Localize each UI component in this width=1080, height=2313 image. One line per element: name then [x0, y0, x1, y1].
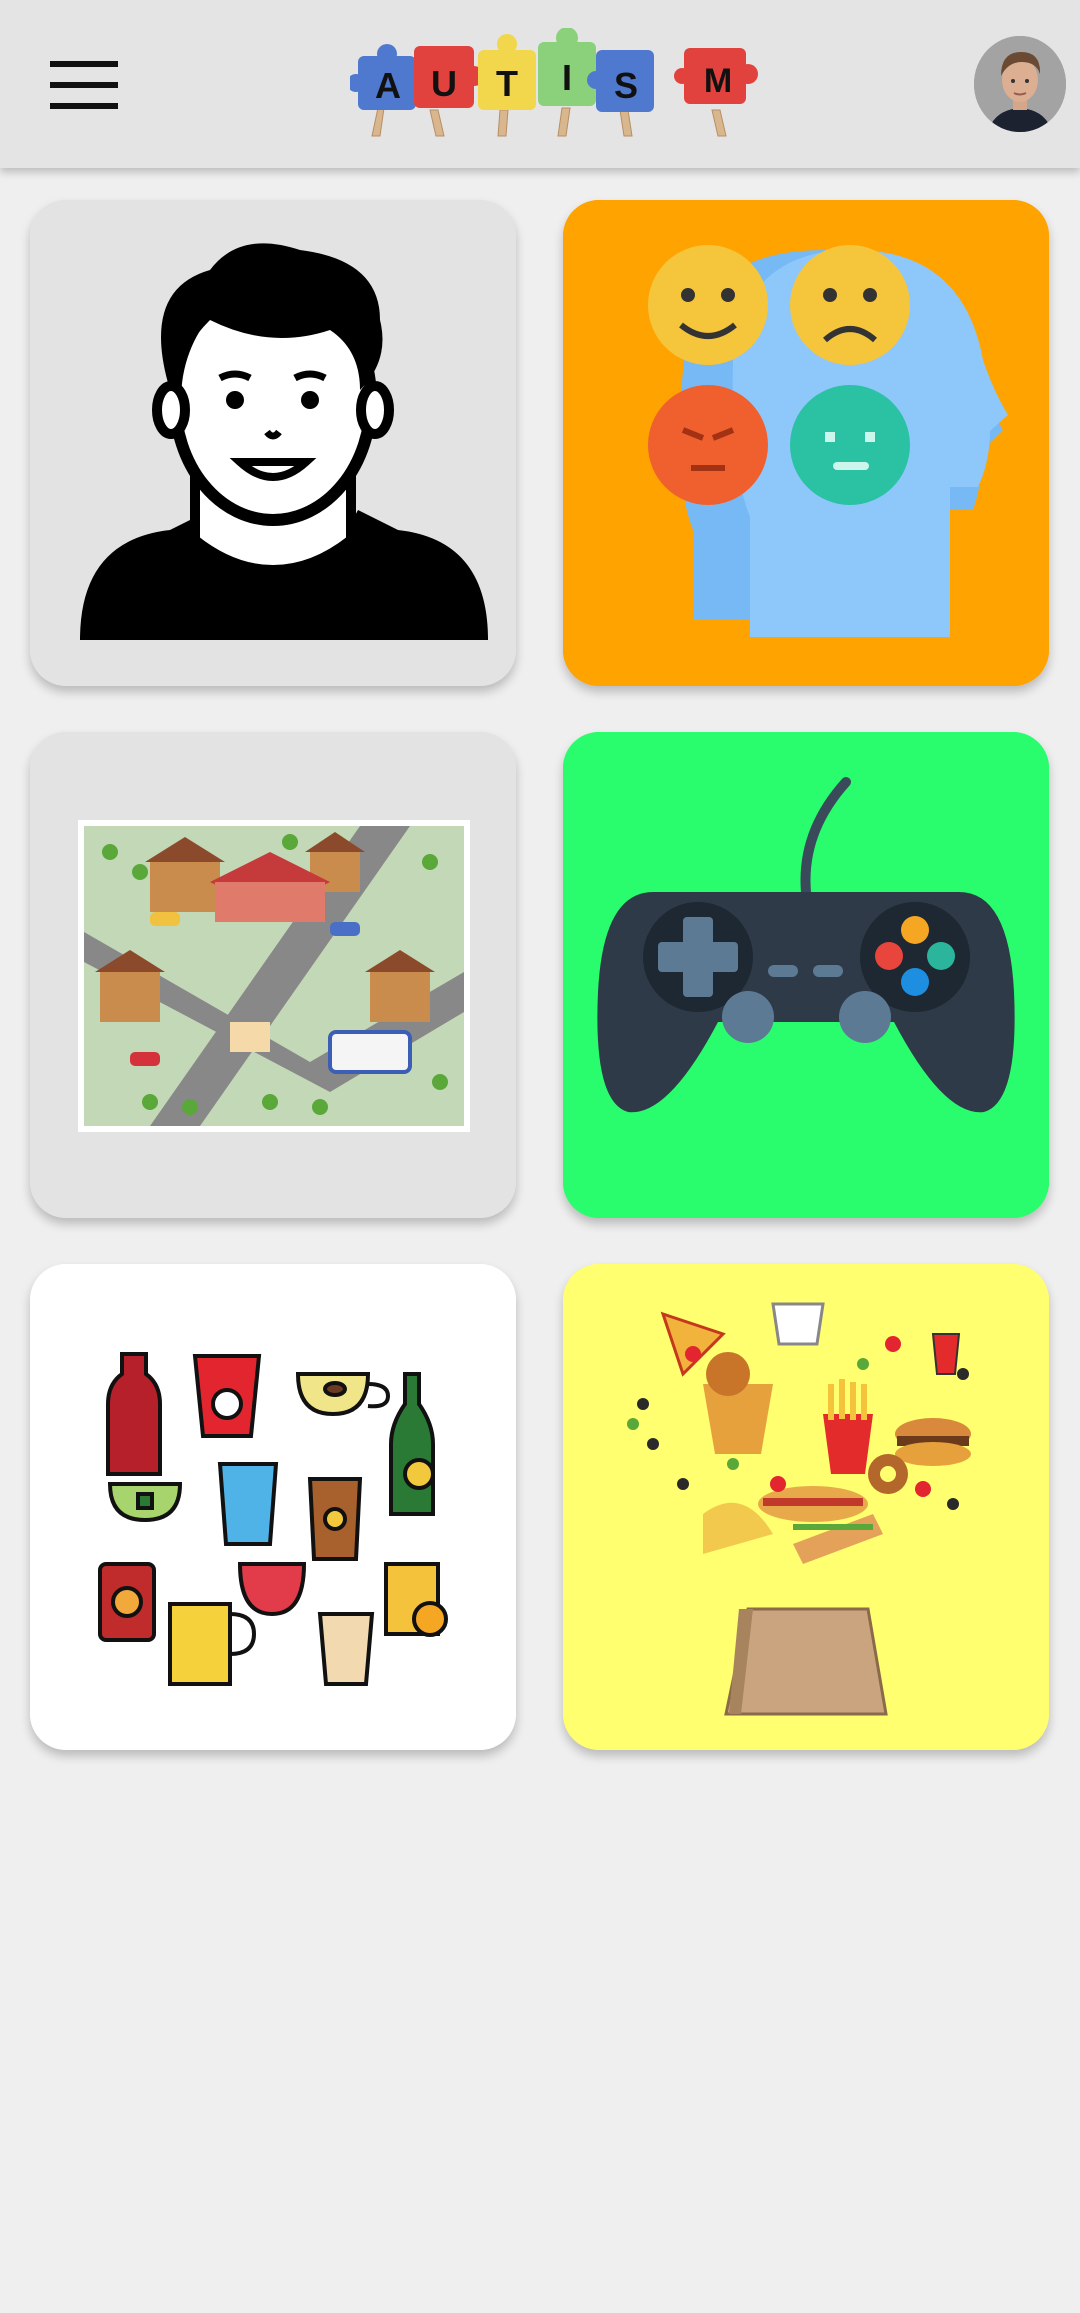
logo-piece-a: A [347, 44, 416, 110]
tile-emotions[interactable] [563, 200, 1049, 686]
logo-letter-m: M [704, 62, 732, 100]
game-controller-icon [563, 732, 1049, 1218]
hamburger-menu-icon [50, 61, 118, 109]
tile-person[interactable] [30, 200, 516, 686]
logo-piece-s: S [587, 50, 654, 112]
logo-piece-i: I [538, 27, 596, 106]
logo-letter-t: T [496, 63, 518, 104]
city-town-illustration-icon [30, 732, 516, 1218]
food-fast-food-bag-icon [563, 1264, 1049, 1750]
drinks-beverages-icon [30, 1264, 516, 1750]
user-profile-photo [974, 36, 1066, 132]
user-avatar[interactable] [974, 36, 1066, 132]
logo-letter-u: U [431, 63, 457, 104]
logo-letter-a: A [375, 65, 401, 106]
puzzle-pieces-logo-icon: A U T I S M [347, 27, 758, 137]
logo-piece-u: U [414, 46, 484, 108]
tile-games[interactable] [563, 732, 1049, 1218]
tile-food[interactable] [563, 1264, 1049, 1750]
person-portrait-icon [30, 200, 516, 686]
app-bar: A U T I S M [0, 0, 1080, 168]
tile-drinks[interactable] [30, 1264, 516, 1750]
logo-letter-s: S [614, 65, 638, 106]
tile-city[interactable] [30, 732, 516, 1218]
menu-button[interactable] [40, 50, 130, 120]
logo-piece-m: M [674, 48, 758, 104]
emotions-faces-head-icon [563, 200, 1049, 686]
logo-letter-i: I [562, 57, 572, 98]
logo-piece-t: T [478, 34, 536, 110]
autism-logo: A U T I S M [347, 27, 776, 140]
